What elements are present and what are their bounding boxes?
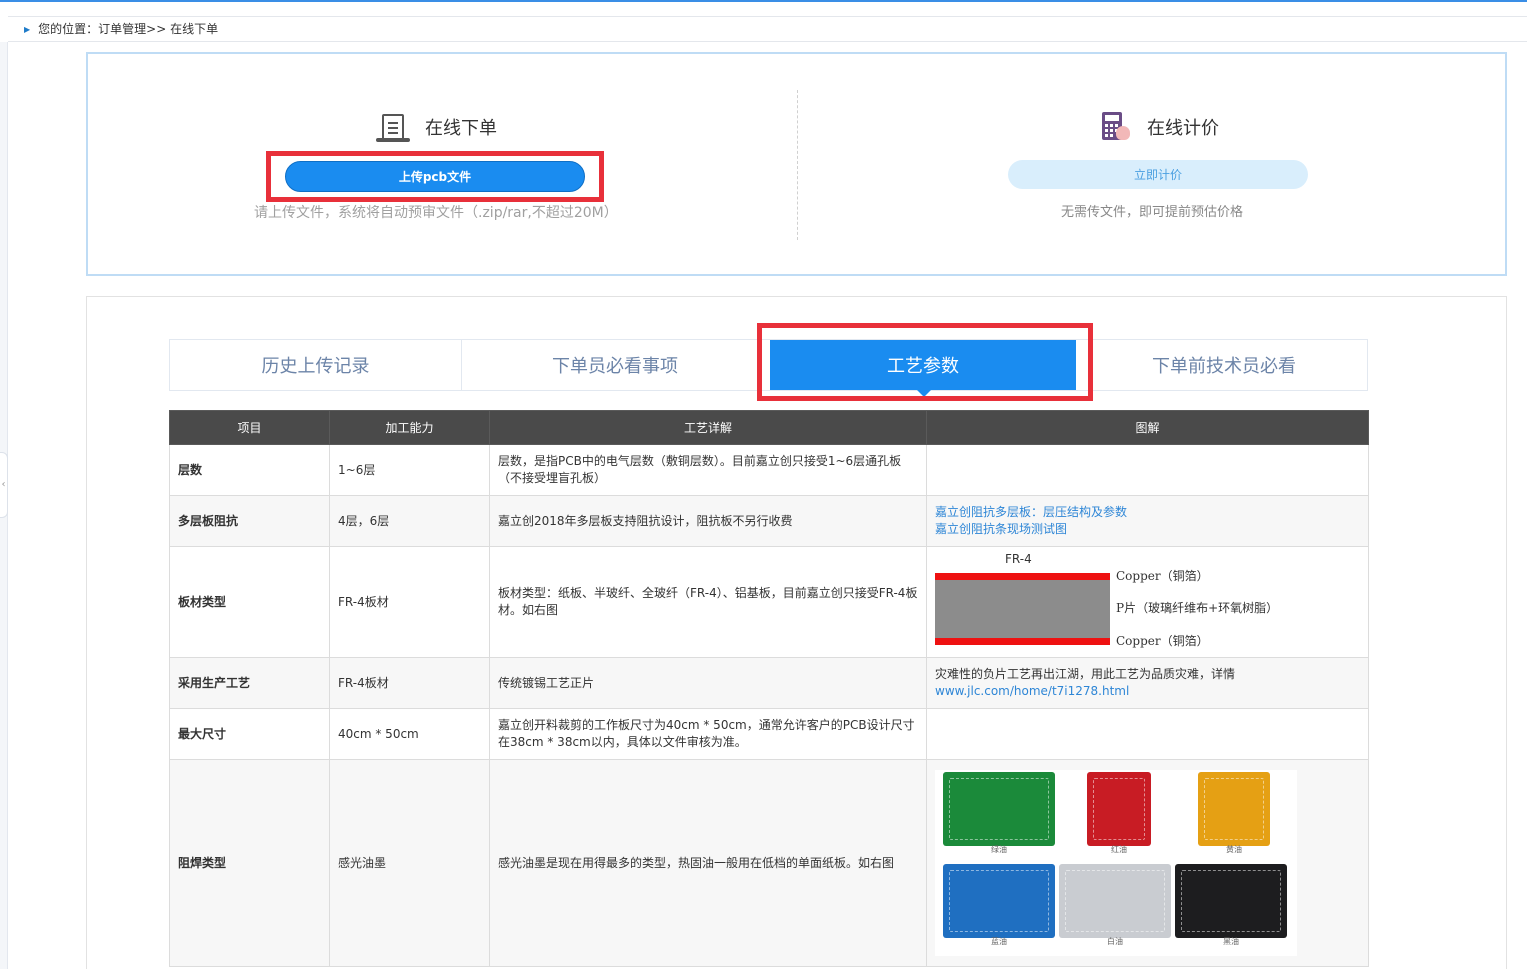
row-illustration: 嘉立创阻抗多层板：层压结构及参数 嘉立创阻抗条现场测试图: [926, 495, 1369, 547]
process-detail-link[interactable]: www.jlc.com/home/t7i1278.html: [935, 684, 1129, 698]
blue-board-caption: 蓝油: [991, 937, 1007, 946]
row-detail: 传统镀锡工艺正片: [489, 657, 927, 709]
table-header-row: 项目 加工能力 工艺详解 图解: [169, 410, 1369, 445]
tab-upload-history[interactable]: 历史上传记录: [170, 340, 462, 390]
row-capability: 4层，6层: [329, 495, 490, 547]
info-section: 历史上传记录 下单员必看事项 工艺参数 下单前技术员必看 项目 加工能力 工艺详…: [86, 296, 1507, 969]
prepreg-label: P片（玻璃纤维布+环氧树脂）: [1116, 601, 1279, 615]
black-board-caption: 黑油: [1223, 937, 1239, 946]
fr4-diagram-title: FR-4: [1005, 552, 1032, 566]
row-capability: 感光油墨: [329, 759, 490, 967]
row-item: 层数: [169, 444, 330, 496]
row-detail: 嘉立创开料裁剪的工作板尺寸为40cm * 50cm，通常允许客户的PCB设计尺寸…: [489, 708, 927, 760]
online-order-title: 在线下单: [425, 118, 497, 139]
laptop-document-icon: [376, 112, 410, 142]
calculator-icon: [1098, 112, 1132, 142]
red-board-caption: 红油: [1111, 845, 1127, 854]
green-board-caption: 绿油: [991, 845, 1007, 854]
top-accent-strip: [0, 0, 1527, 2]
breadcrumb-arrow-icon: ▶: [24, 25, 31, 34]
row-capability: 40cm * 50cm: [329, 708, 490, 760]
row-detail: 板材类型：纸板、半玻纤、全玻纤（FR-4）、铝基板，目前嘉立创只接受FR-4板材…: [489, 546, 927, 658]
process-warning-text: 灾难性的负片工艺再出江湖，用此工艺为品质灾难，详情: [935, 667, 1236, 681]
online-quote-heading: 在线计价: [1098, 112, 1219, 142]
col-header-illustration: 图解: [926, 410, 1369, 445]
table-row-solder-mask: 阻焊类型 感光油墨 感光油墨是现在用得最多的类型，热固油一般用在低档的单面纸板。…: [169, 759, 1369, 967]
col-header-detail: 工艺详解: [489, 410, 927, 445]
impedance-test-link[interactable]: 嘉立创阻抗条现场测试图: [935, 522, 1067, 536]
sidebar-collapse-handle[interactable]: ‹: [0, 452, 8, 518]
table-row-material: 板材类型 FR-4板材 板材类型：纸板、半玻纤、全玻纤（FR-4）、铝基板，目前…: [169, 546, 1369, 658]
prepreg-core-layer: [935, 580, 1110, 638]
row-illustration: FR-4 Copper（铜箔） P片（玻璃纤维布+环氧树脂） Copper（铜箔…: [926, 546, 1369, 658]
white-board-caption: 白油: [1107, 937, 1123, 946]
row-item: 多层板阻抗: [169, 495, 330, 547]
breadcrumb: ▶ 您的位置：订单管理>> 在线下单: [8, 16, 1527, 42]
table-row-layers: 层数 1~6层 层数，是指PCB中的电气层数（敷铜层数）。目前嘉立创只接受1~6…: [169, 444, 1369, 496]
tab-technician-notes[interactable]: 下单前技术员必看: [1080, 340, 1368, 390]
col-header-capability: 加工能力: [329, 410, 490, 445]
quote-now-button[interactable]: 立即计价: [1008, 160, 1308, 189]
row-illustration: 绿油 红油 黄油 蓝油 白油 黑油: [926, 759, 1369, 967]
fr4-stackup-diagram: FR-4 Copper（铜箔） P片（玻璃纤维布+环氧树脂） Copper（铜箔…: [935, 547, 1365, 657]
copper-layer-bottom: [935, 638, 1110, 645]
row-capability: FR-4板材: [329, 546, 490, 658]
row-detail: 层数，是指PCB中的电气层数（敷铜层数）。目前嘉立创只接受1~6层通孔板（不接受…: [489, 444, 927, 496]
black-board-image: 黑油: [1175, 864, 1287, 946]
table-row-process: 采用生产工艺 FR-4板材 传统镀锡工艺正片 灾难性的负片工艺再出江湖，用此工艺…: [169, 657, 1369, 709]
col-header-item: 项目: [169, 410, 330, 445]
row-capability: 1~6层: [329, 444, 490, 496]
breadcrumb-prefix: 您的位置：: [38, 22, 99, 36]
online-order-panel: 在线下单 上传pcb文件 请上传文件，系统将自动预审文件（.zip/rar,不超…: [88, 54, 797, 274]
row-illustration: [926, 708, 1369, 760]
copper-layer-top: [935, 573, 1110, 580]
red-board-image: 红油: [1087, 772, 1151, 854]
blue-board-image: 蓝油: [943, 864, 1055, 946]
copper-bottom-label: Copper（铜箔）: [1116, 634, 1209, 648]
row-item: 采用生产工艺: [169, 657, 330, 709]
online-quote-panel: 在线计价 立即计价 无需传文件，即可提前预估价格: [798, 54, 1507, 274]
upload-hint: 请上传文件，系统将自动预审文件（.zip/rar,不超过20M）: [254, 205, 618, 221]
white-board-image: 白油: [1059, 864, 1171, 946]
order-options-box: 在线下单 上传pcb文件 请上传文件，系统将自动预审文件（.zip/rar,不超…: [86, 52, 1507, 276]
online-order-heading: 在线下单: [376, 112, 497, 142]
yellow-board-caption: 黄油: [1226, 845, 1242, 854]
row-capability: FR-4板材: [329, 657, 490, 709]
online-quote-title: 在线计价: [1147, 118, 1219, 139]
row-item: 最大尺寸: [169, 708, 330, 760]
row-item: 阻焊类型: [169, 759, 330, 967]
impedance-stackup-link[interactable]: 嘉立创阻抗多层板：层压结构及参数: [935, 505, 1127, 519]
tab-orderer-notes[interactable]: 下单员必看事项: [462, 340, 768, 390]
row-item: 板材类型: [169, 546, 330, 658]
row-detail: 嘉立创2018年多层板支持阻抗设计，阻抗板不另行收费: [489, 495, 927, 547]
table-row-impedance: 多层板阻抗 4层，6层 嘉立创2018年多层板支持阻抗设计，阻抗板不另行收费 嘉…: [169, 495, 1369, 547]
row-illustration: [926, 444, 1369, 496]
copper-top-label: Copper（铜箔）: [1116, 569, 1209, 583]
green-board-image: 绿油: [943, 772, 1055, 854]
solder-mask-color-samples: 绿油 红油 黄油 蓝油 白油 黑油: [935, 770, 1297, 956]
upload-pcb-button[interactable]: 上传pcb文件: [285, 161, 585, 192]
table-row-max-size: 最大尺寸 40cm * 50cm 嘉立创开料裁剪的工作板尺寸为40cm * 50…: [169, 708, 1369, 760]
row-detail: 感光油墨是现在用得最多的类型，热固油一般用在低档的单面纸板。如右图: [489, 759, 927, 967]
yellow-board-image: 黄油: [1198, 772, 1270, 854]
tab-highlight-frame: [757, 323, 1093, 401]
row-illustration: 灾难性的负片工艺再出江湖，用此工艺为品质灾难，详情 www.jlc.com/ho…: [926, 657, 1369, 709]
process-parameters-table: 项目 加工能力 工艺详解 图解 层数 1~6层 层数，是指PCB中的电气层数（敷…: [169, 410, 1369, 967]
quote-hint: 无需传文件，即可提前预估价格: [1061, 205, 1244, 220]
breadcrumb-path: 订单管理>> 在线下单: [98, 22, 219, 36]
